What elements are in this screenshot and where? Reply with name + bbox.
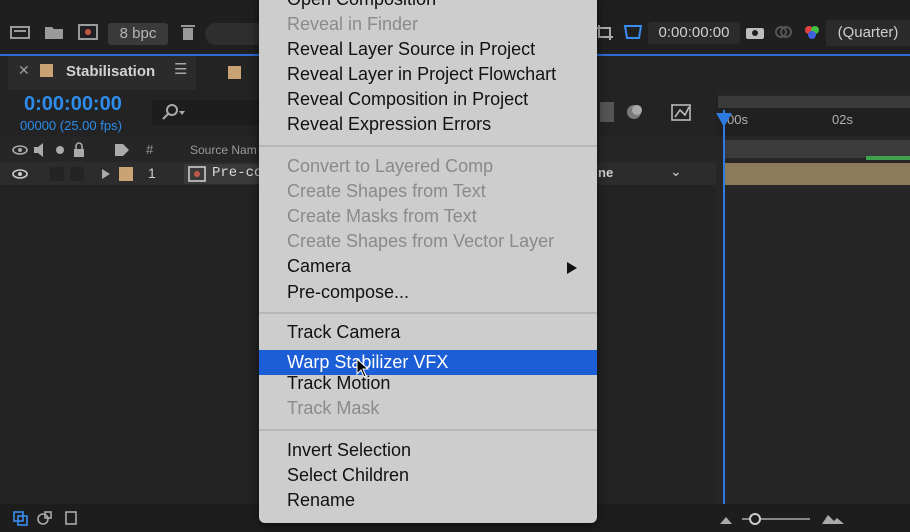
close-icon[interactable]: ✕: [18, 62, 30, 79]
draft-3d-icon[interactable]: [600, 102, 614, 122]
layer-switches[interactable]: [12, 166, 142, 182]
zoom-out-mountain-icon: [720, 517, 732, 524]
layer-switches-toggle-icon: [13, 511, 28, 526]
bottom-toggle-icons[interactable]: [12, 510, 82, 526]
in-out-toggle-icon: [65, 511, 77, 525]
zoom-in-mountain-icon: [822, 515, 844, 524]
menu-item-open-composition[interactable]: Open Composition: [287, 0, 436, 10]
mouse-cursor-icon: [356, 358, 370, 378]
menu-item-reveal-layer-source[interactable]: Reveal Layer Source in Project: [287, 39, 535, 60]
preview-timecode[interactable]: 0:00:00:00: [648, 22, 740, 44]
time-navigator[interactable]: [718, 96, 910, 108]
chevron-down-icon[interactable]: ⌄: [670, 163, 682, 180]
comp-flowchart-icon[interactable]: [10, 24, 30, 40]
submenu-arrow-icon: [567, 262, 577, 274]
menu-item-camera[interactable]: Camera: [287, 256, 351, 277]
menu-item-create-shapes-from-text: Create Shapes from Text: [287, 181, 486, 201]
switch-header-icons: [12, 142, 129, 157]
zoom-slider-handle: [749, 513, 761, 525]
precomp-icon: [188, 166, 206, 182]
tab2-label-color-swatch[interactable]: [228, 66, 241, 79]
camera-snapshot-icon[interactable]: [745, 24, 765, 40]
menu-item-create-masks-from-text: Create Masks from Text: [287, 206, 477, 226]
solo-icon: [56, 146, 64, 154]
menu-separator: [259, 429, 597, 431]
search-icon: [162, 104, 185, 120]
label-color-swatch: [40, 64, 53, 77]
menu-item-create-shapes-from-vector: Create Shapes from Vector Layer: [287, 231, 555, 251]
layer-duration-bar[interactable]: [725, 163, 910, 185]
color-channels-icon[interactable]: [802, 24, 822, 40]
show-snapshot-icon[interactable]: [773, 24, 793, 40]
menu-item-reveal-in-finder: Reveal in Finder: [287, 14, 419, 34]
transfer-controls-icon: [37, 511, 52, 525]
render-cache-indicator: [866, 156, 910, 160]
layer-number-header[interactable]: #: [146, 142, 153, 157]
new-composition-icon[interactable]: [78, 24, 98, 40]
menu-item-convert-to-layered-comp: Convert to Layered Comp: [287, 156, 494, 176]
transparency-grid-icon[interactable]: [622, 24, 644, 40]
playhead-handle[interactable]: [716, 113, 732, 127]
current-time-display[interactable]: 0:00:00:00: [24, 93, 122, 116]
expand-triangle-icon: [102, 169, 110, 179]
tab-label: Stabilisation: [66, 63, 156, 80]
menu-item-reveal-composition[interactable]: Reveal Composition in Project: [287, 89, 528, 110]
menu-item-reveal-expression-errors[interactable]: Reveal Expression Errors: [287, 114, 491, 135]
label-tag-icon: [115, 144, 129, 156]
layer-context-menu: Open Composition Reveal in Finder Reveal…: [259, 0, 597, 523]
zoom-controls[interactable]: [718, 512, 848, 526]
layer-visibility-eye-icon: [12, 169, 28, 179]
menu-item-reveal-layer-flowchart[interactable]: Reveal Layer in Project Flowchart: [287, 64, 556, 85]
menu-item-rename[interactable]: Rename: [287, 490, 355, 511]
menu-item-invert-selection[interactable]: Invert Selection: [287, 440, 411, 461]
region-of-interest-icon[interactable]: [596, 24, 614, 40]
resolution-dropdown[interactable]: (Quarter): [826, 20, 910, 46]
blend-mode-value[interactable]: ne: [598, 165, 613, 180]
playhead-line[interactable]: [723, 110, 725, 532]
layer-name: Pre-co: [212, 165, 263, 181]
menu-item-pre-compose[interactable]: Pre-compose...: [287, 282, 409, 303]
motion-blur-icon[interactable]: [624, 102, 644, 122]
menu-separator: [259, 145, 597, 147]
tab-stabilisation[interactable]: ✕ Stabilisation ☰: [8, 56, 196, 90]
menu-item-track-camera[interactable]: Track Camera: [287, 322, 400, 343]
bit-depth-button[interactable]: 8 bpc: [108, 23, 168, 45]
trash-icon[interactable]: [178, 24, 198, 40]
graph-editor-icon[interactable]: [670, 102, 692, 122]
frame-count-display: 00000 (25.00 fps): [20, 118, 122, 133]
audio-icon: [34, 143, 43, 157]
menu-item-select-children[interactable]: Select Children: [287, 465, 409, 486]
source-name-header[interactable]: Source Nam: [190, 143, 257, 157]
menu-item-track-motion[interactable]: Track Motion: [287, 373, 390, 394]
ruler-tick-2s: 02s: [832, 112, 853, 127]
folder-icon[interactable]: [44, 24, 64, 40]
layer-number: 1: [148, 165, 156, 181]
eye-icon: [12, 145, 28, 155]
menu-separator: [259, 312, 597, 314]
lock-icon: [74, 142, 84, 157]
hamburger-menu-icon[interactable]: ☰: [174, 60, 187, 78]
menu-item-track-mask: Track Mask: [287, 398, 380, 418]
